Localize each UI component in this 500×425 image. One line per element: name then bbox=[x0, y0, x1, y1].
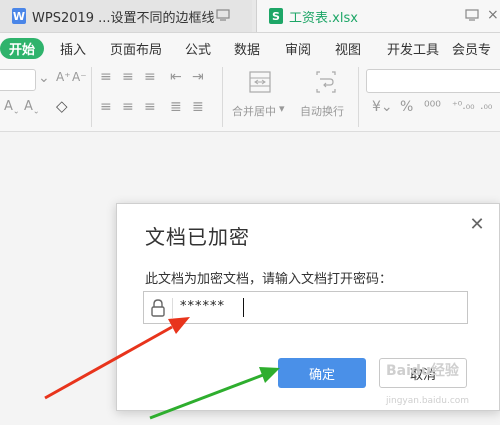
menu-formula[interactable]: 公式 bbox=[185, 39, 211, 58]
menu-member[interactable]: 会员专 bbox=[452, 39, 491, 58]
tab-title: WPS2019 ...设置不同的边框线 bbox=[32, 10, 215, 26]
close-tab-icon[interactable]: × bbox=[487, 7, 499, 23]
align-right-icon[interactable]: ≡ bbox=[144, 99, 156, 115]
decrease-decimal-icon[interactable]: .₀₀ bbox=[480, 99, 492, 112]
menu-developer[interactable]: 开发工具 bbox=[387, 39, 439, 58]
ok-button[interactable]: 确定 bbox=[278, 358, 366, 388]
ribbon-toolbar: ⌄ A⌄ A⌄ ◇ A⁺ A⁻ ≡ ≡ ≡ ⇤ ⇥ ≡ ≡ ≡ ≣ ≣ 合并居中… bbox=[0, 63, 500, 132]
indent-increase-icon[interactable]: ⇥ bbox=[192, 69, 204, 85]
password-value: ****** bbox=[180, 299, 225, 314]
currency-icon[interactable]: ¥⌄ bbox=[372, 99, 393, 115]
tab-bar: W WPS2019 ...设置不同的边框线 S 工资表.xlsx × bbox=[0, 0, 500, 33]
menu-view[interactable]: 视图 bbox=[335, 39, 361, 58]
dialog-prompt: 此文档为加密文档，请输入文档打开密码： bbox=[145, 272, 393, 287]
wrap-text-label: 自动换行 bbox=[300, 105, 344, 118]
font-grow-icon[interactable]: A⁺ bbox=[56, 70, 71, 84]
merge-center-label: 合并居中 bbox=[232, 105, 276, 118]
writer-doc-icon: W bbox=[12, 8, 26, 24]
align-top-icon[interactable]: ≡ bbox=[100, 69, 112, 85]
eraser-icon[interactable]: ◇ bbox=[56, 97, 68, 115]
monitor-icon[interactable] bbox=[465, 9, 479, 24]
chevron-down-icon[interactable]: ⌄ bbox=[38, 70, 50, 86]
menu-review[interactable]: 审阅 bbox=[285, 39, 311, 58]
indent-decrease-icon[interactable]: ⇤ bbox=[170, 69, 182, 85]
thousands-separator-icon[interactable]: ⁰⁰⁰ bbox=[424, 99, 441, 115]
align-middle-icon[interactable]: ≡ bbox=[122, 69, 134, 85]
number-format-select[interactable] bbox=[366, 69, 500, 93]
align-left-icon[interactable]: ≡ bbox=[100, 99, 112, 115]
monitor-icon[interactable] bbox=[216, 9, 230, 24]
font-size-select[interactable] bbox=[0, 69, 36, 91]
input-divider bbox=[172, 298, 173, 318]
justify-icon[interactable]: ≣ bbox=[170, 99, 182, 115]
font-shrink-icon[interactable]: A⁻ bbox=[72, 70, 87, 84]
close-icon[interactable]: ✕ bbox=[467, 215, 487, 235]
lock-icon bbox=[151, 299, 165, 317]
distribute-icon[interactable]: ≣ bbox=[192, 99, 204, 115]
wrap-text-button[interactable]: 自动换行 bbox=[298, 69, 354, 129]
spreadsheet-doc-icon: S bbox=[269, 8, 283, 24]
align-center-icon[interactable]: ≡ bbox=[122, 99, 134, 115]
percent-icon[interactable]: % bbox=[400, 99, 413, 115]
ribbon-menu-bar: 开始 插入 页面布局 公式 数据 审阅 视图 开发工具 会员专 bbox=[0, 33, 500, 63]
tab-wps-document[interactable]: W WPS2019 ...设置不同的边框线 bbox=[0, 0, 252, 32]
increase-decimal-icon[interactable]: ⁺⁰.₀₀ bbox=[452, 99, 475, 112]
font-color-icon[interactable]: A⌄ bbox=[4, 99, 20, 116]
toolbar-divider bbox=[222, 67, 223, 127]
toolbar-divider bbox=[91, 67, 92, 127]
wrap-text-icon bbox=[316, 71, 336, 93]
text-caret bbox=[243, 298, 244, 317]
align-bottom-icon[interactable]: ≡ bbox=[144, 69, 156, 85]
text-highlight-icon[interactable]: A⌄ bbox=[24, 99, 40, 116]
dialog-title: 文档已加密 bbox=[145, 225, 250, 249]
baidu-watermark-url: jingyan.baidu.com bbox=[386, 396, 470, 406]
tab-title: 工资表.xlsx bbox=[289, 10, 358, 26]
menu-insert[interactable]: 插入 bbox=[60, 39, 86, 58]
chevron-down-icon: ▾ bbox=[279, 102, 285, 115]
tab-spreadsheet[interactable]: S 工资表.xlsx × bbox=[256, 0, 500, 32]
toolbar-divider bbox=[358, 67, 359, 127]
menu-start[interactable]: 开始 bbox=[0, 38, 44, 59]
password-input[interactable]: ****** bbox=[143, 291, 468, 324]
menu-data[interactable]: 数据 bbox=[234, 39, 260, 58]
merge-cells-icon bbox=[249, 71, 271, 93]
merge-center-button[interactable]: 合并居中 ▾ bbox=[232, 69, 288, 129]
baidu-watermark: Baidu经验 bbox=[386, 363, 459, 379]
menu-page-layout[interactable]: 页面布局 bbox=[110, 39, 162, 58]
